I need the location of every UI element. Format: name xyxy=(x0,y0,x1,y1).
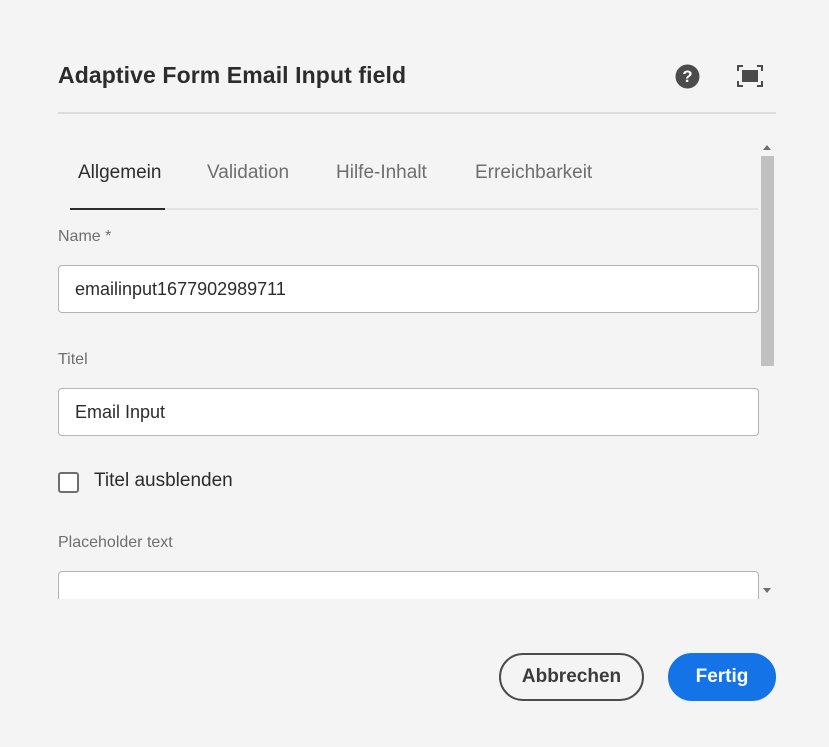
scroll-down-arrow-icon[interactable] xyxy=(763,588,771,593)
header-divider xyxy=(58,112,776,114)
scroll-thumb[interactable] xyxy=(761,156,774,366)
title-label: Titel xyxy=(58,351,88,368)
placeholder-label: Placeholder text xyxy=(58,534,173,551)
tabs-divider xyxy=(70,208,758,210)
fullscreen-icon[interactable] xyxy=(737,65,763,87)
done-button[interactable]: Fertig xyxy=(668,653,776,701)
content-scrollbar[interactable] xyxy=(760,140,775,599)
hide-title-label: Titel ausblenden xyxy=(94,470,233,491)
dialog-content: Allgemein Validation Hilfe-Inhalt Erreic… xyxy=(58,140,776,599)
tab-list: Allgemein Validation Hilfe-Inhalt Erreic… xyxy=(58,140,758,210)
checkbox-box[interactable] xyxy=(58,472,79,493)
dialog-title: Adaptive Form Email Input field xyxy=(58,62,407,88)
tab-allgemein[interactable]: Allgemein xyxy=(78,162,161,184)
name-label: Name * xyxy=(58,228,112,245)
tab-erreichbarkeit[interactable]: Erreichbarkeit xyxy=(475,162,592,184)
svg-text:?: ? xyxy=(682,67,692,86)
active-tab-indicator xyxy=(70,208,165,210)
name-input[interactable] xyxy=(58,265,759,313)
scroll-up-arrow-icon[interactable] xyxy=(763,145,771,150)
tab-validation[interactable]: Validation xyxy=(207,162,289,184)
hide-title-checkbox[interactable]: Titel ausblenden xyxy=(58,470,358,494)
cancel-button[interactable]: Abbrechen xyxy=(499,653,644,701)
dialog: Adaptive Form Email Input field ? Allgem… xyxy=(0,0,829,747)
placeholder-input[interactable] xyxy=(58,571,759,599)
help-circle-icon[interactable]: ? xyxy=(675,64,700,89)
title-input[interactable] xyxy=(58,388,759,436)
tab-hilfe-inhalt[interactable]: Hilfe-Inhalt xyxy=(336,162,427,184)
